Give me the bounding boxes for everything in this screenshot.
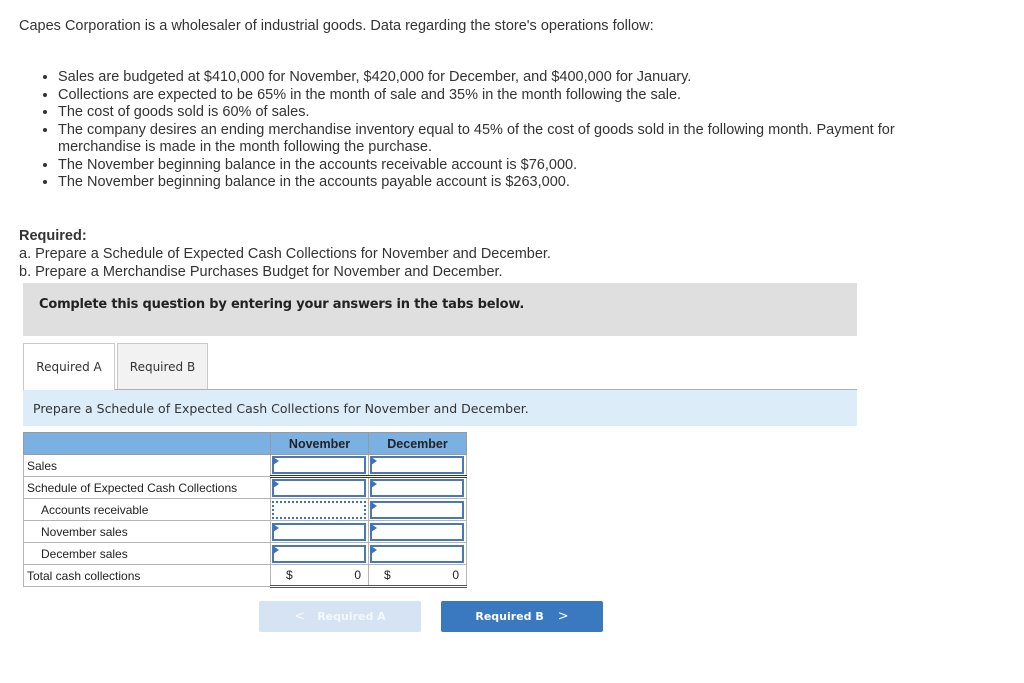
row-label: Sales <box>23 454 271 477</box>
bullet-accounts-receivable: The November beginning balance in the ac… <box>58 157 958 175</box>
previous-tab-label: Required A <box>317 610 386 623</box>
required-a-text: a. Prepare a Schedule of Expected Cash C… <box>19 246 551 262</box>
entry-marker-icon <box>273 457 279 465</box>
cash-collections-table: November December Sales Schedule of Expe… <box>23 432 467 588</box>
instruction-text: Complete this question by entering your … <box>39 297 525 312</box>
bullet-inventory: The company desires an ending merchandis… <box>58 122 958 157</box>
required-heading: Required: <box>19 228 87 244</box>
row-label: November sales <box>23 520 271 543</box>
chevron-left-icon: < <box>294 609 306 624</box>
tab-bar: Required A Required B <box>23 343 857 390</box>
problem-intro: Capes Corporation is a wholesaler of ind… <box>19 18 654 34</box>
row-label: Accounts receivable <box>23 498 271 521</box>
tab-required-b[interactable]: Required B <box>117 343 208 389</box>
row-label: Schedule of Expected Cash Collections <box>23 476 271 499</box>
currency-symbol: $ <box>384 568 391 582</box>
december-sales-december-input[interactable] <box>370 544 464 563</box>
entry-marker-icon <box>371 545 377 554</box>
tab-required-b-label: Required B <box>129 359 196 374</box>
header-november: November <box>270 432 369 455</box>
schedule-november-input[interactable] <box>272 479 366 497</box>
entry-marker-icon <box>273 480 279 488</box>
table-row-accounts-receivable: Accounts receivable <box>23 498 467 521</box>
next-tab-button[interactable]: Required B > <box>441 601 603 632</box>
entry-marker-icon <box>371 457 377 465</box>
tab-required-a-label: Required A <box>36 360 102 374</box>
tab-prompt-text: Prepare a Schedule of Expected Cash Coll… <box>33 401 529 416</box>
bullet-cogs: The cost of goods sold is 60% of sales. <box>58 104 958 122</box>
header-label-column <box>23 432 271 455</box>
table-row-december-sales: December sales <box>23 542 467 565</box>
table-row-sales: Sales <box>23 454 467 478</box>
chevron-right-icon: > <box>557 609 569 624</box>
table-row-november-sales: November sales <box>23 520 467 543</box>
next-tab-label: Required B <box>475 610 544 623</box>
table-row-total: Total cash collections $ 0 $ 0 <box>23 564 467 588</box>
schedule-december-input[interactable] <box>370 479 464 497</box>
table-header-row: November December <box>23 432 467 455</box>
total-november-value: 0 <box>354 568 361 582</box>
november-sales-december-input[interactable] <box>370 522 464 541</box>
total-december-value: 0 <box>452 568 459 582</box>
november-sales-november-input[interactable] <box>272 522 366 541</box>
entry-marker-icon <box>371 523 377 532</box>
currency-symbol: $ <box>286 568 293 582</box>
entry-marker-icon <box>371 480 377 488</box>
entry-marker-icon <box>273 545 279 554</box>
tab-prompt-banner: Prepare a Schedule of Expected Cash Coll… <box>23 390 857 426</box>
entry-marker-icon <box>273 523 279 532</box>
sales-november-input[interactable] <box>272 456 366 474</box>
december-sales-november-input[interactable] <box>272 544 366 563</box>
entry-marker-icon <box>371 501 377 510</box>
sales-december-input[interactable] <box>370 456 464 474</box>
total-november: $ 0 <box>272 568 367 582</box>
required-section: Required: a. Prepare a Schedule of Expec… <box>19 227 551 281</box>
header-december: December <box>368 432 467 455</box>
accounts-receivable-november-input[interactable] <box>272 500 366 519</box>
accounts-receivable-december-input[interactable] <box>370 500 464 519</box>
bullet-accounts-payable: The November beginning balance in the ac… <box>58 174 958 192</box>
bullet-sales: Sales are budgeted at $410,000 for Novem… <box>58 69 958 87</box>
required-b-text: b. Prepare a Merchandise Purchases Budge… <box>19 264 503 280</box>
total-december: $ 0 <box>370 568 465 582</box>
tab-required-a[interactable]: Required A <box>23 343 115 390</box>
row-label: Total cash collections <box>23 564 271 587</box>
previous-tab-button[interactable]: < Required A <box>259 601 421 632</box>
table-row-schedule-heading: Schedule of Expected Cash Collections <box>23 476 467 499</box>
row-label: December sales <box>23 542 271 565</box>
bullet-collections: Collections are expected to be 65% in th… <box>58 87 958 105</box>
problem-data-list: Sales are budgeted at $410,000 for Novem… <box>40 69 958 192</box>
instruction-banner: Complete this question by entering your … <box>23 283 857 336</box>
